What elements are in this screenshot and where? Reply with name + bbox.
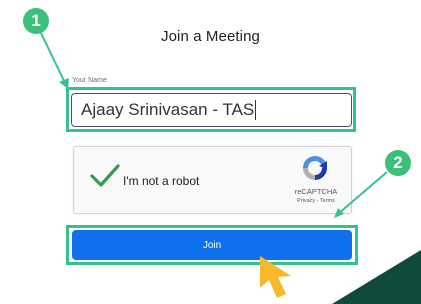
name-input[interactable]: Ajaay Srinivasan - TAS [71, 93, 352, 127]
cursor-arrow-icon [260, 256, 291, 298]
step-2-badge: 2 [385, 150, 411, 176]
join-button[interactable]: Join [72, 230, 352, 260]
text-caret [255, 100, 257, 120]
recaptcha-logo-icon [303, 156, 327, 180]
recaptcha-brand: reCAPTCHA [294, 187, 338, 196]
recaptcha-widget: I'm not a robot reCAPTCHA Privacy - Term… [73, 146, 352, 214]
name-field-label: Your Name [72, 77, 107, 84]
page-title: Join a Meeting [161, 28, 260, 45]
step-1-badge: 1 [23, 8, 49, 34]
checkmark-icon[interactable] [89, 163, 121, 189]
name-input-value: Ajaay Srinivasan - TAS [81, 100, 255, 119]
captcha-label: I'm not a robot [123, 174, 200, 188]
recaptcha-privacy-terms[interactable]: Privacy - Terms [284, 198, 348, 204]
